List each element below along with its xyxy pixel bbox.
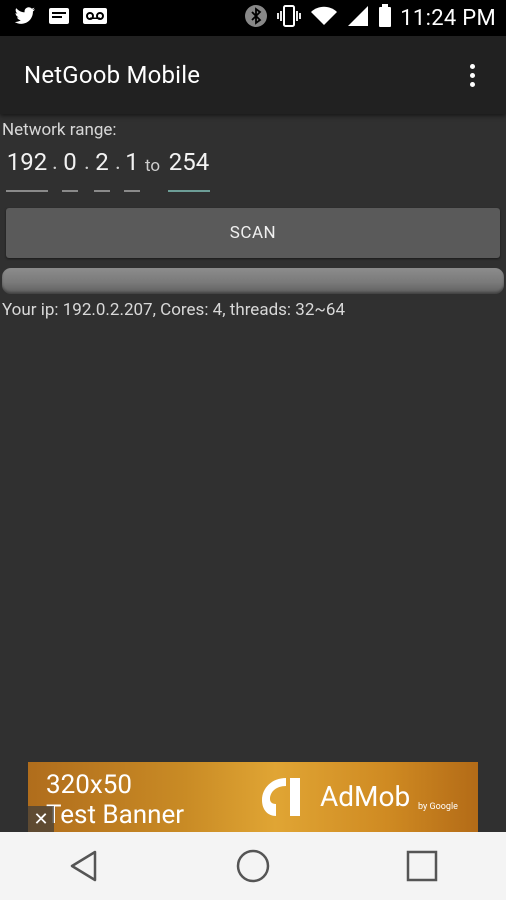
navigation-bar bbox=[0, 832, 506, 900]
admob-by-google: by Google bbox=[418, 802, 458, 812]
bluetooth-icon bbox=[244, 4, 268, 32]
ad-banner[interactable]: 320x50 Test Banner ✕ AdMob by Google bbox=[28, 762, 478, 832]
octet1-input[interactable]: 192 bbox=[6, 148, 48, 176]
range-end-input[interactable]: 254 bbox=[168, 148, 210, 176]
dot-separator: . bbox=[84, 150, 90, 175]
signal-icon bbox=[346, 5, 370, 31]
ad-line2: Test Banner bbox=[46, 800, 185, 830]
range-end-underline bbox=[168, 190, 210, 192]
admob-logo-icon bbox=[256, 774, 310, 824]
network-range-label: Network range: bbox=[2, 120, 117, 140]
octet2-input[interactable]: 0 bbox=[62, 148, 78, 176]
device-info-text: Your ip: 192.0.2.207, Cores: 4, threads:… bbox=[2, 300, 346, 320]
overflow-menu-icon[interactable] bbox=[452, 55, 492, 95]
status-bar: 11:24 PM bbox=[0, 0, 506, 36]
voicemail-icon bbox=[82, 7, 108, 29]
notification-icon bbox=[48, 7, 70, 29]
scan-button[interactable]: SCAN bbox=[6, 208, 500, 258]
home-icon[interactable] bbox=[223, 836, 283, 896]
octet4-underline bbox=[124, 190, 140, 192]
octet1-underline bbox=[6, 190, 48, 192]
ad-line1: 320x50 bbox=[46, 770, 132, 800]
app-title: NetGoob Mobile bbox=[24, 61, 201, 89]
recents-icon[interactable] bbox=[392, 836, 452, 896]
status-time: 11:24 PM bbox=[400, 5, 496, 31]
twitter-icon bbox=[14, 7, 36, 29]
dot-separator: . bbox=[52, 150, 58, 175]
ip-range-row: 192 . 0 . 2 . 1 to 254 bbox=[0, 144, 506, 194]
ad-close-icon[interactable]: ✕ bbox=[28, 806, 54, 832]
back-icon[interactable] bbox=[54, 836, 114, 896]
wifi-icon bbox=[310, 5, 338, 31]
app-bar: NetGoob Mobile bbox=[0, 36, 506, 114]
octet3-input[interactable]: 2 bbox=[94, 148, 110, 176]
battery-icon bbox=[378, 4, 392, 32]
admob-brand: AdMob bbox=[320, 780, 411, 813]
octet2-underline bbox=[62, 190, 78, 192]
octet4-input[interactable]: 1 bbox=[124, 148, 140, 176]
scan-progress-bar bbox=[2, 268, 504, 294]
vibrate-icon bbox=[276, 4, 302, 32]
dot-separator: . bbox=[115, 150, 121, 175]
to-label: to bbox=[145, 156, 161, 176]
octet3-underline bbox=[94, 190, 110, 192]
